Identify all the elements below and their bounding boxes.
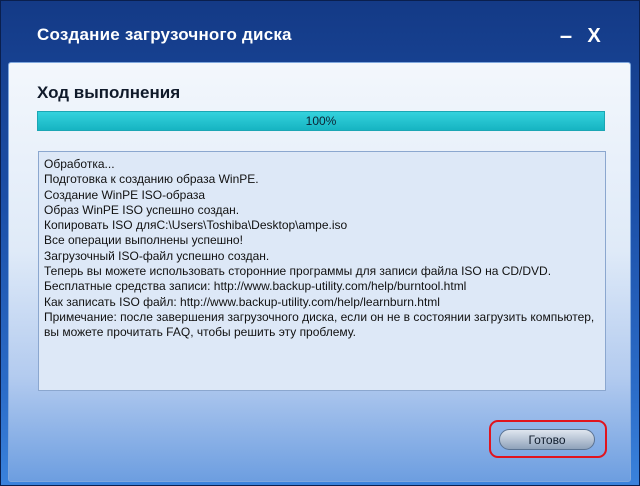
log-line: Теперь вы можете использовать сторонние … xyxy=(44,264,552,279)
log-line: Примечание: после завершения загрузочног… xyxy=(44,309,595,340)
progress-bar: 100% xyxy=(37,111,605,131)
log-line: Загрузочный ISO-файл успешно создан. xyxy=(44,248,270,263)
log-line: Как записать ISO файл: http://www.backup… xyxy=(44,294,440,309)
log-line: Бесплатные средства записи: http://www.b… xyxy=(44,279,467,294)
log-output[interactable]: Обработка... Подготовка к созданию образ… xyxy=(38,151,606,391)
progress-heading: Ход выполнения xyxy=(37,83,181,102)
log-line: Образ WinPE ISO успешно создан. xyxy=(44,202,240,217)
window-title: Создание загрузочного диска xyxy=(37,25,292,44)
close-icon[interactable]: X xyxy=(585,26,603,46)
minimize-icon[interactable]: – xyxy=(557,25,575,47)
log-line: Все операции выполнены успешно! xyxy=(44,233,243,248)
done-button[interactable]: Готово xyxy=(499,429,595,450)
log-line: Обработка... xyxy=(44,157,115,171)
title-bar: Создание загрузочного диска – X xyxy=(1,1,639,61)
log-line: Копировать ISO дляC:\Users\Toshiba\Deskt… xyxy=(44,218,348,233)
log-line: Подготовка к созданию образа WinPE. xyxy=(44,172,259,187)
log-line: Создание WinPE ISO-образа xyxy=(44,187,206,202)
create-bootable-disk-window: Создание загрузочного диска – X Ход выпо… xyxy=(0,0,640,486)
progress-percent-label: 100% xyxy=(305,114,337,128)
content-panel: Ход выполнения 100% Обработка... Подгото… xyxy=(8,62,631,482)
